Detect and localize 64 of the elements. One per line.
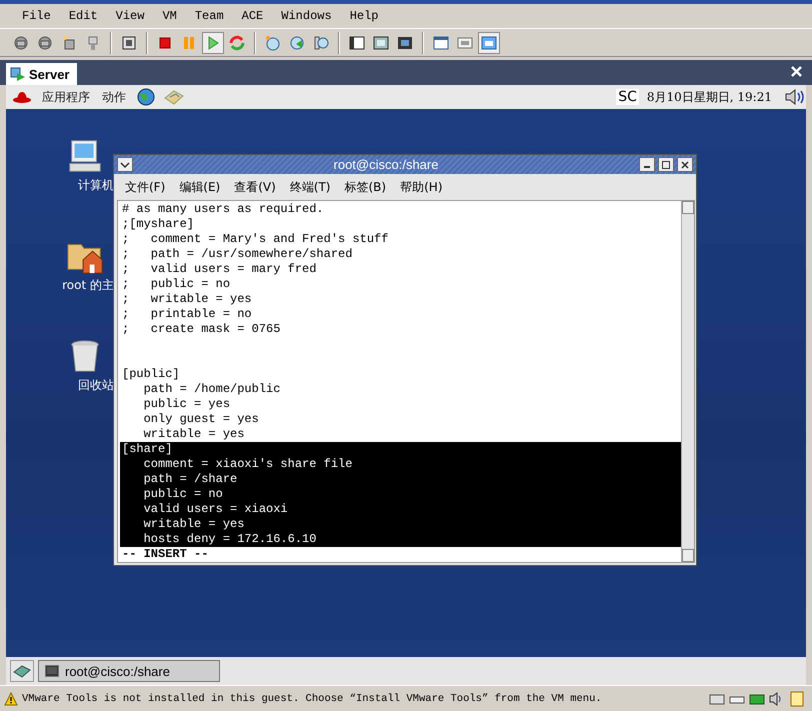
input-method-indicator[interactable]: SC — [616, 89, 639, 105]
scrollbar[interactable] — [681, 201, 694, 562]
vm-icon — [10, 66, 26, 82]
volume-icon[interactable] — [784, 88, 806, 106]
terminal-line: ; public = no — [121, 277, 232, 292]
terminal-line: ; path = /usr/somewhere/shared — [121, 247, 354, 262]
terminal-line: ; comment = Mary's and Fred's stuff — [121, 232, 390, 247]
chevron-icon — [120, 160, 130, 170]
menu-item[interactable]: View — [108, 7, 152, 25]
close-button[interactable] — [677, 157, 693, 172]
terminal-line: ; valid users = mary fred — [121, 262, 318, 277]
show-desktop-button[interactable] — [10, 660, 34, 682]
panel-menu[interactable]: 动作 — [100, 88, 128, 106]
menu-item[interactable]: 查看(V) — [229, 176, 281, 198]
minimize-button[interactable] — [639, 157, 655, 172]
hat-icon[interactable] — [12, 90, 32, 104]
terminal-line: path = /home/public — [142, 382, 282, 397]
window-title: root@cisco:/share — [332, 157, 440, 172]
terminal-line: public = yes — [142, 397, 232, 412]
desktop-icon-label[interactable]: 计算机 — [78, 177, 114, 194]
menu-item[interactable]: Team — [186, 7, 232, 25]
clock[interactable]: 8月10日星期日, 19:21 — [646, 88, 776, 106]
menu-item[interactable]: Help — [342, 7, 386, 25]
window-menu-button[interactable] — [117, 157, 133, 172]
panel-menu[interactable]: 应用程序 — [40, 88, 92, 106]
sidebar-icon — [348, 34, 366, 52]
terminal-icon — [45, 665, 59, 677]
warning-icon — [4, 692, 18, 706]
status-message: VMware Tools is not installed in this guest. Choose “Install VMware Tools” from the VM menu. — [22, 692, 603, 704]
menu-item[interactable]: Edit — [60, 7, 106, 25]
menu-item[interactable]: Windows — [273, 7, 340, 25]
desktop-icon-label[interactable]: root 的主 — [62, 277, 114, 294]
menu-item[interactable]: VM — [154, 7, 185, 25]
taskbar-button[interactable]: root@cisco:/share — [38, 660, 220, 682]
capture-icon — [120, 34, 138, 52]
menu-item[interactable]: 帮助(H) — [395, 176, 448, 198]
minimize-icon — [644, 166, 650, 168]
menu-item[interactable]: ACE — [234, 7, 272, 25]
close-icon — [680, 160, 690, 170]
snapshot-icon — [12, 34, 30, 52]
terminal-line: writable = yes — [142, 427, 246, 442]
terminal-line: ;[myshare] — [121, 217, 196, 232]
terminal-line: ; writable = yes — [121, 292, 253, 307]
maximize-icon — [661, 160, 671, 170]
mode-line: -- INSERT -- — [121, 547, 210, 562]
terminal-line: ; create mask = 0765 — [121, 322, 282, 337]
terminal-line: only guest = yes — [142, 412, 260, 427]
terminal-line: ; printable = no — [121, 307, 253, 322]
terminal-line: # as many users as required. — [121, 202, 325, 217]
reset-icon — [228, 34, 246, 52]
close-icon[interactable] — [791, 66, 802, 76]
rewind-icon — [288, 34, 306, 52]
menu-item[interactable]: 终端(T) — [284, 176, 336, 198]
snapshot-icon — [36, 34, 54, 52]
menu-item[interactable]: 编辑(E) — [174, 176, 226, 198]
toolbar-button[interactable] — [478, 32, 500, 54]
menu-item[interactable]: 文件(F) — [120, 176, 170, 198]
menu-item[interactable]: 标签(B) — [340, 176, 392, 198]
globe-icon[interactable] — [136, 88, 156, 106]
desktop-icon-label[interactable]: 回收站 — [78, 377, 114, 394]
maximize-button[interactable] — [658, 157, 674, 172]
vm-tab[interactable]: Server — [6, 63, 78, 85]
terminal-line: [public] — [121, 367, 181, 382]
menu-item[interactable]: File — [14, 7, 59, 25]
